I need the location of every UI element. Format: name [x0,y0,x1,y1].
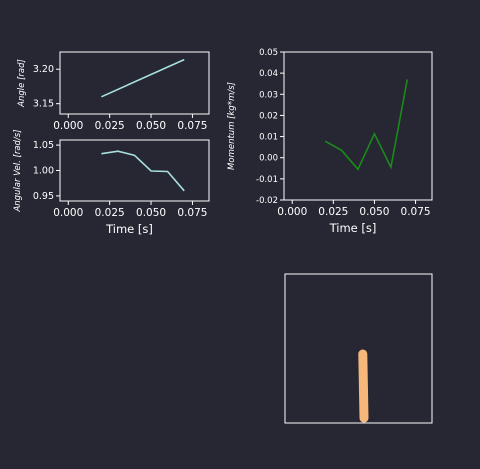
x-tick-label: 0.000 [277,206,307,218]
angvel-axes-frame [59,139,210,202]
x-tick-label: 0.075 [177,207,207,219]
y-tick-label: 0.01 [259,133,278,143]
y-tick-label: 0.03 [259,90,278,100]
pendulum-rod [358,349,369,423]
x-tick-label: 0.000 [53,207,83,219]
x-tick-label: 0.050 [359,206,389,218]
x-tick-label: 0.075 [177,120,207,132]
pendulum-view [284,273,433,424]
y-tick-label: 0.05 [259,48,278,58]
y-tick-label: 1.05 [33,140,54,151]
angle-axes-frame [59,51,210,115]
angle-chart: 0.000 0.025 0.050 0.075 3.15 3.20 Angle [rad] [17,51,210,132]
x-tick-label: 0.025 [95,207,125,219]
y-tick-label: 0.04 [259,69,278,79]
y-tick-label: -0.01 [256,175,278,185]
x-tick-label: 0.050 [136,120,166,132]
x-tick-label: 0.050 [136,207,166,219]
angle-y-axis-label: Angle [rad] [17,59,27,108]
momentum-y-axis-label: Momentum [kg*m/s] [227,82,237,170]
y-tick-label: 3.15 [33,99,54,110]
angvel-x-axis-label: Time [s] [105,222,153,236]
angular-velocity-chart: 0.000 0.025 0.050 0.075 0.95 1.00 1.05 Angular … [13,129,210,236]
y-tick-label: -0.02 [256,196,278,206]
figure: 0.000 0.025 0.050 0.0753.153.20Angle [rad] … [13,48,433,424]
momentum-x-axis-label: Time [s] [329,221,377,235]
momentum-axes-frame [283,51,433,201]
momentum-chart: 0.000 0.025 0.050 0.075 -0.02 -0.01 0.00 0.01 0.… [227,48,433,235]
y-tick-label: 1.00 [33,166,54,177]
pendulum-frame [284,273,433,424]
x-tick-label: 0.000 [53,120,83,132]
x-tick-label: 0.025 [95,120,125,132]
y-tick-label: 3.20 [33,64,54,75]
x-tick-label: 0.025 [318,206,348,218]
x-tick-label: 0.075 [401,206,431,218]
angvel-y-axis-label: Angular Vel. [rad/s] [13,129,23,212]
y-tick-label: 0.95 [33,191,54,202]
y-tick-label: 0.02 [259,111,278,121]
y-tick-label: 0.00 [259,154,278,164]
